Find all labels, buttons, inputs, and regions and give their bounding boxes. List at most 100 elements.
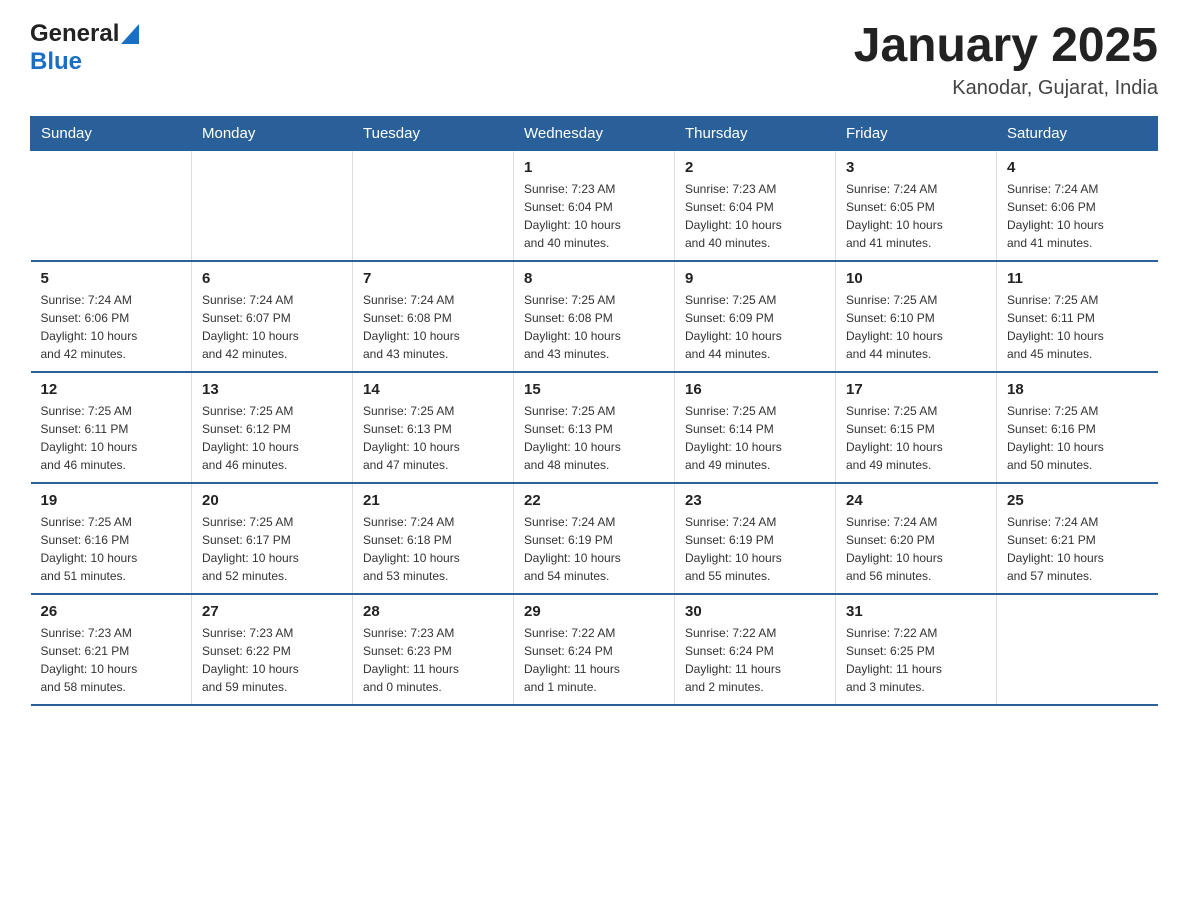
day-number: 12 — [41, 381, 182, 398]
day-info: Sunrise: 7:25 AM Sunset: 6:11 PM Dayligh… — [41, 402, 182, 474]
day-info: Sunrise: 7:22 AM Sunset: 6:24 PM Dayligh… — [524, 624, 664, 696]
calendar-cell: 2 Sunrise: 7:23 AM Sunset: 6:04 PM Daylig… — [675, 150, 836, 261]
day-info: Sunrise: 7:25 AM Sunset: 6:14 PM Dayligh… — [685, 402, 825, 474]
calendar-cell: 17 Sunrise: 7:25 AM Sunset: 6:15 PM Dayli… — [836, 372, 997, 483]
day-number: 18 — [1007, 381, 1148, 398]
day-info: Sunrise: 7:24 AM Sunset: 6:05 PM Dayligh… — [846, 180, 986, 252]
day-number: 31 — [846, 603, 986, 620]
day-info: Sunrise: 7:25 AM Sunset: 6:16 PM Dayligh… — [41, 513, 182, 585]
column-header-saturday: Saturday — [997, 116, 1158, 150]
day-info: Sunrise: 7:25 AM Sunset: 6:09 PM Dayligh… — [685, 291, 825, 363]
day-number: 19 — [41, 492, 182, 509]
day-info: Sunrise: 7:25 AM Sunset: 6:15 PM Dayligh… — [846, 402, 986, 474]
day-number: 10 — [846, 270, 986, 287]
day-number: 26 — [41, 603, 182, 620]
calendar-cell: 12 Sunrise: 7:25 AM Sunset: 6:11 PM Dayli… — [31, 372, 192, 483]
calendar-week-row: 12 Sunrise: 7:25 AM Sunset: 6:11 PM Dayli… — [31, 372, 1158, 483]
day-info: Sunrise: 7:23 AM Sunset: 6:04 PM Dayligh… — [685, 180, 825, 252]
calendar-week-row: 5Sunrise: 7:24 AM Sunset: 6:06 PM Daylig… — [31, 261, 1158, 372]
column-header-friday: Friday — [836, 116, 997, 150]
day-number: 14 — [363, 381, 503, 398]
calendar-cell: 25 Sunrise: 7:24 AM Sunset: 6:21 PM Dayli… — [997, 483, 1158, 594]
day-number: 5 — [41, 270, 182, 287]
day-info: Sunrise: 7:25 AM Sunset: 6:13 PM Dayligh… — [524, 402, 664, 474]
calendar-cell: 30 Sunrise: 7:22 AM Sunset: 6:24 PM Dayli… — [675, 594, 836, 705]
page-header: General Blue January 2025 Kanodar, Gujar… — [30, 20, 1158, 100]
day-info: Sunrise: 7:25 AM Sunset: 6:10 PM Dayligh… — [846, 291, 986, 363]
calendar-week-row: 1 Sunrise: 7:23 AM Sunset: 6:04 PM Daylig… — [31, 150, 1158, 261]
day-number: 25 — [1007, 492, 1148, 509]
calendar-cell: 14 Sunrise: 7:25 AM Sunset: 6:13 PM Dayli… — [353, 372, 514, 483]
calendar-cell: 20Sunrise: 7:25 AM Sunset: 6:17 PM Dayli… — [192, 483, 353, 594]
column-header-sunday: Sunday — [31, 116, 192, 150]
day-info: Sunrise: 7:24 AM Sunset: 6:06 PM Dayligh… — [1007, 180, 1148, 252]
calendar-cell: 1 Sunrise: 7:23 AM Sunset: 6:04 PM Daylig… — [514, 150, 675, 261]
day-info: Sunrise: 7:23 AM Sunset: 6:22 PM Dayligh… — [202, 624, 342, 696]
day-info: Sunrise: 7:25 AM Sunset: 6:08 PM Dayligh… — [524, 291, 664, 363]
calendar-cell: 24Sunrise: 7:24 AM Sunset: 6:20 PM Dayli… — [836, 483, 997, 594]
day-info: Sunrise: 7:22 AM Sunset: 6:24 PM Dayligh… — [685, 624, 825, 696]
day-number: 15 — [524, 381, 664, 398]
calendar-cell — [997, 594, 1158, 705]
day-info: Sunrise: 7:24 AM Sunset: 6:18 PM Dayligh… — [363, 513, 503, 585]
day-info: Sunrise: 7:25 AM Sunset: 6:17 PM Dayligh… — [202, 513, 342, 585]
calendar-week-row: 26Sunrise: 7:23 AM Sunset: 6:21 PM Dayli… — [31, 594, 1158, 705]
calendar-cell — [192, 150, 353, 261]
column-header-wednesday: Wednesday — [514, 116, 675, 150]
calendar-week-row: 19 Sunrise: 7:25 AM Sunset: 6:16 PM Dayli… — [31, 483, 1158, 594]
logo-general-text: General — [30, 20, 119, 48]
calendar-cell: 7Sunrise: 7:24 AM Sunset: 6:08 PM Daylig… — [353, 261, 514, 372]
logo-triangle-icon — [121, 24, 139, 44]
day-info: Sunrise: 7:24 AM Sunset: 6:19 PM Dayligh… — [524, 513, 664, 585]
calendar-cell: 6 Sunrise: 7:24 AM Sunset: 6:07 PM Daylig… — [192, 261, 353, 372]
calendar-header-row: SundayMondayTuesdayWednesdayThursdayFrid… — [31, 116, 1158, 150]
day-number: 22 — [524, 492, 664, 509]
calendar-cell: 11Sunrise: 7:25 AM Sunset: 6:11 PM Dayli… — [997, 261, 1158, 372]
calendar-cell: 5Sunrise: 7:24 AM Sunset: 6:06 PM Daylig… — [31, 261, 192, 372]
subtitle: Kanodar, Gujarat, India — [854, 77, 1158, 100]
logo-blue-text: Blue — [30, 48, 82, 76]
column-header-monday: Monday — [192, 116, 353, 150]
day-number: 9 — [685, 270, 825, 287]
day-info: Sunrise: 7:25 AM Sunset: 6:13 PM Dayligh… — [363, 402, 503, 474]
day-number: 21 — [363, 492, 503, 509]
main-title: January 2025 — [854, 20, 1158, 73]
logo: General Blue — [30, 20, 140, 76]
column-header-thursday: Thursday — [675, 116, 836, 150]
calendar-cell: 10 Sunrise: 7:25 AM Sunset: 6:10 PM Dayli… — [836, 261, 997, 372]
day-info: Sunrise: 7:24 AM Sunset: 6:08 PM Dayligh… — [363, 291, 503, 363]
calendar-cell: 26Sunrise: 7:23 AM Sunset: 6:21 PM Dayli… — [31, 594, 192, 705]
day-number: 4 — [1007, 159, 1148, 176]
day-number: 11 — [1007, 270, 1148, 287]
calendar-cell: 16 Sunrise: 7:25 AM Sunset: 6:14 PM Dayli… — [675, 372, 836, 483]
calendar-cell: 19 Sunrise: 7:25 AM Sunset: 6:16 PM Dayli… — [31, 483, 192, 594]
calendar-cell: 29Sunrise: 7:22 AM Sunset: 6:24 PM Dayli… — [514, 594, 675, 705]
day-number: 3 — [846, 159, 986, 176]
day-info: Sunrise: 7:25 AM Sunset: 6:12 PM Dayligh… — [202, 402, 342, 474]
day-number: 17 — [846, 381, 986, 398]
day-number: 1 — [524, 159, 664, 176]
day-info: Sunrise: 7:24 AM Sunset: 6:21 PM Dayligh… — [1007, 513, 1148, 585]
calendar-cell: 13 Sunrise: 7:25 AM Sunset: 6:12 PM Dayli… — [192, 372, 353, 483]
day-number: 13 — [202, 381, 342, 398]
calendar-cell — [353, 150, 514, 261]
calendar-table: SundayMondayTuesdayWednesdayThursdayFrid… — [30, 116, 1158, 706]
day-info: Sunrise: 7:25 AM Sunset: 6:16 PM Dayligh… — [1007, 402, 1148, 474]
calendar-cell: 22 Sunrise: 7:24 AM Sunset: 6:19 PM Dayli… — [514, 483, 675, 594]
day-info: Sunrise: 7:23 AM Sunset: 6:04 PM Dayligh… — [524, 180, 664, 252]
calendar-cell: 15 Sunrise: 7:25 AM Sunset: 6:13 PM Dayli… — [514, 372, 675, 483]
day-info: Sunrise: 7:24 AM Sunset: 6:19 PM Dayligh… — [685, 513, 825, 585]
day-number: 2 — [685, 159, 825, 176]
calendar-cell: 4 Sunrise: 7:24 AM Sunset: 6:06 PM Daylig… — [997, 150, 1158, 261]
title-block: January 2025 Kanodar, Gujarat, India — [854, 20, 1158, 100]
column-header-tuesday: Tuesday — [353, 116, 514, 150]
day-number: 30 — [685, 603, 825, 620]
day-info: Sunrise: 7:24 AM Sunset: 6:07 PM Dayligh… — [202, 291, 342, 363]
calendar-cell: 18 Sunrise: 7:25 AM Sunset: 6:16 PM Dayli… — [997, 372, 1158, 483]
day-number: 8 — [524, 270, 664, 287]
calendar-cell: 28Sunrise: 7:23 AM Sunset: 6:23 PM Dayli… — [353, 594, 514, 705]
day-number: 23 — [685, 492, 825, 509]
day-number: 16 — [685, 381, 825, 398]
calendar-cell: 23 Sunrise: 7:24 AM Sunset: 6:19 PM Dayli… — [675, 483, 836, 594]
day-number: 6 — [202, 270, 342, 287]
